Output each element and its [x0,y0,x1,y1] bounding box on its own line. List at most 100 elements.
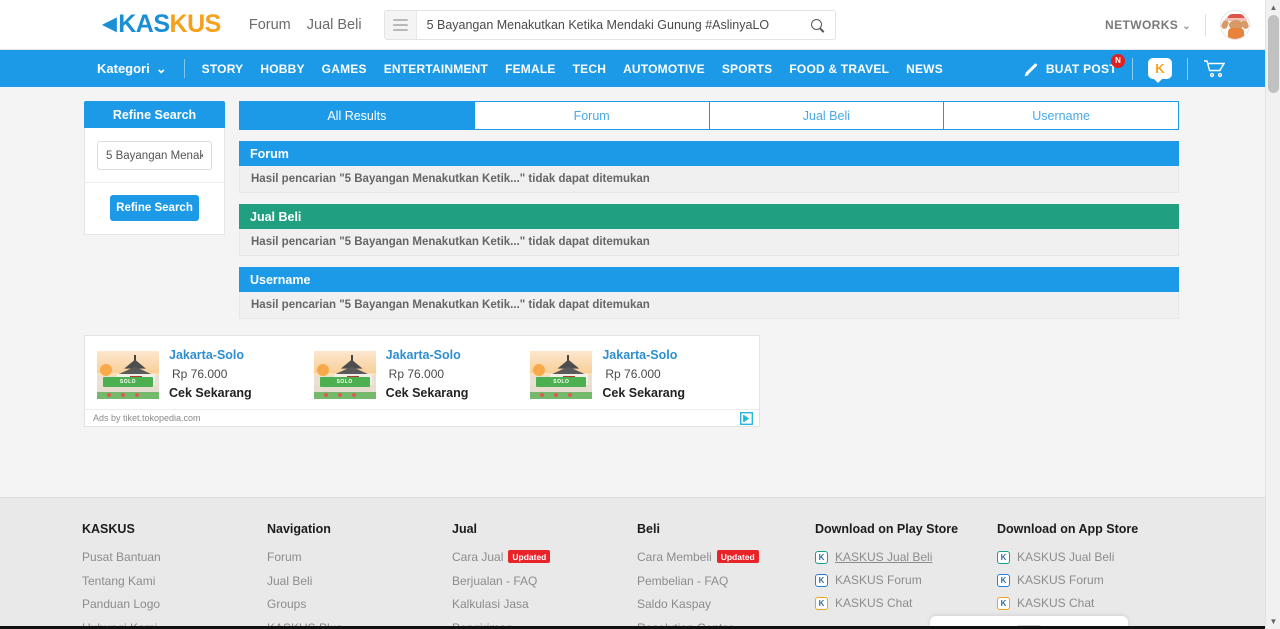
footer-link-tentang-kami[interactable]: Tentang Kami [82,574,267,588]
search-icon [811,19,823,30]
app-link-label[interactable]: KASKUS Jual Beli [835,550,932,564]
footer-heading: Beli [637,522,660,536]
ad-text: Jakarta-Solo Rp 76.000 Cek Sekarang [602,346,685,403]
footer-link-forum[interactable]: Forum [267,550,452,564]
section-title: Username [239,267,1179,292]
footer-link-berjualan-faq[interactable]: Berjualan - FAQ [452,574,637,588]
ad-banner: SOLO Jakarta-Solo Rp 76.000 Cek Sekarang… [84,335,760,428]
adchoices-icon[interactable] [739,412,754,426]
footer-heading: Download on App Store [997,522,1139,536]
networks-menu[interactable]: NETWORKS ⌄ [1105,18,1191,32]
footer-column-navigation: Navigation Forum Jual Beli Groups KASKUS… [267,522,452,629]
nav-item-food-travel[interactable]: FOOD & TRAVEL [789,62,889,76]
page-scrollbar[interactable]: ▲ ▼ [1265,0,1280,629]
app-link-label[interactable]: KASKUS Chat [835,596,912,610]
search-results: All Results Forum Jual Beli Username For… [239,101,1179,319]
header-divider [1205,13,1206,36]
result-section-username: Username Hasil pencarian "5 Bayangan Men… [239,267,1179,319]
nav-links: STORY HOBBY GAMES ENTERTAINMENT FEMALE T… [202,62,943,76]
footer-link-kalkulasi-jasa[interactable]: Kalkulasi Jasa [452,597,637,611]
footer-link-groups[interactable]: Groups [267,597,452,611]
ad-price: Rp 76.000 [172,367,228,382]
app-link-label[interactable]: KASKUS Chat [1017,596,1094,610]
chevron-down-icon: ⌄ [155,60,167,76]
kaskus-app-icon: K [997,573,1010,587]
footer-link-jual-beli[interactable]: Jual Beli [267,574,452,588]
ad-price: Rp 76.000 [605,367,661,382]
ad-thumbnail-icon: SOLO [530,350,593,399]
nav-item-games[interactable]: GAMES [322,62,367,76]
nav-item-tech[interactable]: TECH [573,62,606,76]
main-navigation: Kategori ⌄ STORY HOBBY GAMES ENTERTAINME… [0,50,1265,87]
refine-search-button[interactable]: Refine Search [110,195,199,221]
footer-column-jual: Jual Cara Jual Updated Berjualan - FAQ Ka… [452,522,637,629]
footer-link-saldo-kaspay[interactable]: Saldo Kaspay [637,597,815,611]
logo-text-kas: KAS [118,10,170,38]
nav-item-female[interactable]: FEMALE [505,62,556,76]
header-link-forum[interactable]: Forum [249,17,291,33]
nav-item-news[interactable]: NEWS [906,62,943,76]
app-link-ios-forum[interactable]: K KASKUS Forum [997,573,1179,587]
app-link-play-jual-beli[interactable]: K KASKUS Jual Beli [815,550,997,564]
tab-username[interactable]: Username [943,101,1179,130]
footer-link-pembelian-faq[interactable]: Pembelian - FAQ [637,574,815,588]
kaskus-app-icon: K [815,596,828,610]
app-link-label[interactable]: KASKUS Jual Beli [1017,550,1114,564]
app-link-ios-jual-beli[interactable]: K KASKUS Jual Beli [997,550,1179,564]
app-link-play-forum[interactable]: K KASKUS Forum [815,573,997,587]
content-container: Refine Search Refine Search All Results … [84,101,1179,319]
ad-cta[interactable]: Cek Sekarang [169,384,252,403]
sidebar-body: Refine Search [84,128,225,235]
refine-search-input[interactable] [97,141,212,170]
tab-all-results[interactable]: All Results [239,101,475,130]
buat-post-button[interactable]: BUAT POST N [1023,53,1125,77]
footer-column-kaskus: KASKUS Pusat Bantuan Tentang Kami Pandua… [82,522,267,629]
chat-icon[interactable]: K [1148,58,1172,83]
kaskus-app-icon: K [815,550,828,564]
nav-item-story[interactable]: STORY [202,62,244,76]
footer-link-cara-membeli[interactable]: Cara Membeli Updated [637,550,815,564]
kaskus-logo[interactable]: ◄ KAS KUS [97,12,221,37]
nav-item-sports[interactable]: SPORTS [722,62,773,76]
app-link-play-chat[interactable]: K KASKUS Chat [815,596,997,610]
app-link-label[interactable]: KASKUS Forum [1017,573,1104,587]
nav-item-entertainment[interactable]: ENTERTAINMENT [384,62,488,76]
pencil-icon [1023,61,1039,77]
app-link-label[interactable]: KASKUS Forum [835,573,922,587]
ad-cta[interactable]: Cek Sekarang [602,384,685,403]
tab-forum[interactable]: Forum [473,101,710,130]
cart-icon[interactable] [1203,59,1225,78]
ad-item[interactable]: SOLO Jakarta-Solo Rp 76.000 Cek Sekarang [530,346,747,403]
ad-text: Jakarta-Solo Rp 76.000 Cek Sekarang [169,346,252,403]
footer-link-pusat-bantuan[interactable]: Pusat Bantuan [82,550,267,564]
header-link-jual-beli[interactable]: Jual Beli [307,17,362,33]
nav-item-hobby[interactable]: HOBBY [260,62,304,76]
ad-cta[interactable]: Cek Sekarang [386,384,469,403]
ad-thumb-label: SOLO [119,378,137,385]
avatar-body [1228,27,1244,39]
scroll-down-arrow-icon[interactable]: ▼ [1266,614,1280,629]
search-bar [383,9,836,40]
tab-jual-beli[interactable]: Jual Beli [708,101,945,130]
footer-link-panduan-logo[interactable]: Panduan Logo [82,597,267,611]
search-input[interactable] [416,17,799,32]
footer-heading: Download on Play Store [815,522,959,536]
footer-columns: KASKUS Pusat Bantuan Tentang Kami Pandua… [82,522,1182,629]
kaskus-app-icon: K [997,596,1010,610]
scroll-up-arrow-icon[interactable]: ▲ [1266,0,1280,15]
site-header: ◄KASKUS Forum Jual Beli NETWORKS⌄ [0,0,1280,50]
nav-item-automotive[interactable]: AUTOMOTIVE [623,62,705,76]
hamburger-icon[interactable] [384,10,417,39]
ad-item[interactable]: SOLO Jakarta-Solo Rp 76.000 Cek Sekarang [97,346,314,403]
ad-thumbnail-icon: SOLO [97,350,159,399]
footer-link-label: Cara Jual [452,550,504,564]
kategori-menu[interactable]: Kategori ⌄ [97,61,167,77]
ad-item[interactable]: SOLO Jakarta-Solo Rp 76.000 Cek Sekarang [313,346,531,403]
nav-actions: BUAT POST N K [1023,53,1225,83]
footer-link-cara-jual[interactable]: Cara Jual Updated [452,550,637,564]
avatar[interactable] [1220,9,1250,40]
search-button[interactable] [799,11,835,39]
scrollbar-thumb[interactable] [1268,15,1279,93]
refine-search-sidebar: Refine Search Refine Search [84,101,225,319]
app-link-ios-chat[interactable]: K KASKUS Chat [997,596,1179,610]
